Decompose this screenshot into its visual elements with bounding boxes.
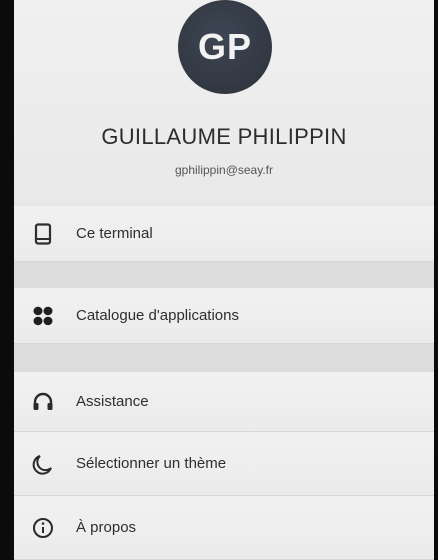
moon-icon: [28, 449, 58, 479]
device-bezel-left: [0, 0, 14, 560]
menu-item-support[interactable]: Assistance: [14, 372, 434, 432]
menu-item-app-catalog[interactable]: Catalogue d'applications: [14, 288, 434, 344]
user-email: gphilippin@seay.fr: [174, 163, 273, 177]
menu-item-device[interactable]: Ce terminal: [14, 206, 434, 262]
screen: GP GUILLAUME PHILIPPIN gphilippin@seay.f…: [14, 0, 434, 560]
headset-icon: [28, 387, 58, 417]
avatar-initials: GP: [197, 26, 252, 67]
section-divider: [14, 262, 434, 288]
menu-item-label: Catalogue d'applications: [76, 307, 239, 324]
user-name: GUILLAUME PHILIPPIN: [101, 124, 347, 149]
menu-item-label: Ce terminal: [76, 225, 153, 242]
section-divider: [14, 344, 434, 372]
avatar: GP: [178, 0, 272, 94]
apps-icon: [28, 301, 58, 331]
menu-item-label: Sélectionner un thème: [76, 455, 227, 472]
device-bezel-right: [434, 0, 438, 560]
menu-item-label: Assistance: [76, 393, 149, 410]
profile-header: GP GUILLAUME PHILIPPIN gphilippin@seay.f…: [14, 0, 434, 202]
menu-item-about[interactable]: À propos: [14, 496, 434, 560]
info-icon: [28, 513, 58, 543]
menu-item-label: À propos: [76, 519, 137, 536]
menu-item-theme[interactable]: Sélectionner un thème: [14, 432, 434, 496]
device-icon: [28, 219, 58, 249]
